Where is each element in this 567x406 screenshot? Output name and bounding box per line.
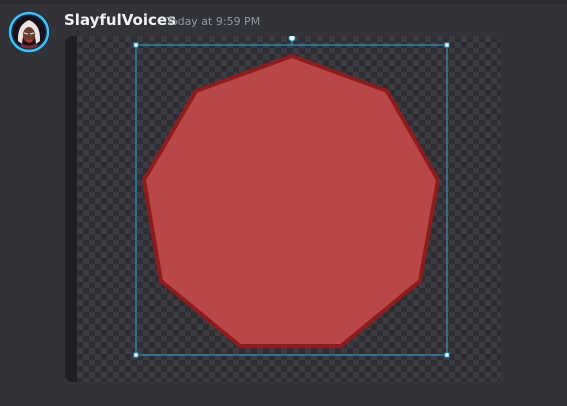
resize-handle-bottom-left[interactable] — [133, 352, 139, 358]
resize-handle-top-right[interactable] — [444, 42, 450, 48]
avatar-image — [8, 11, 50, 53]
resize-handle-top-left[interactable] — [133, 42, 139, 48]
avatar[interactable] — [8, 11, 50, 53]
attachment-canvas — [133, 36, 450, 358]
nonagon-shape — [142, 54, 440, 348]
chat-message: SlayfulVoices Today at 9:59 PM — [0, 0, 567, 406]
username[interactable]: SlayfulVoices — [64, 11, 176, 29]
rotation-handle[interactable] — [288, 36, 296, 42]
discord-chat-view: SlayfulVoices Today at 9:59 PM — [0, 0, 567, 406]
message-timestamp: Today at 9:59 PM — [166, 15, 261, 28]
image-attachment[interactable] — [65, 36, 501, 382]
resize-handle-bottom-right[interactable] — [444, 352, 450, 358]
